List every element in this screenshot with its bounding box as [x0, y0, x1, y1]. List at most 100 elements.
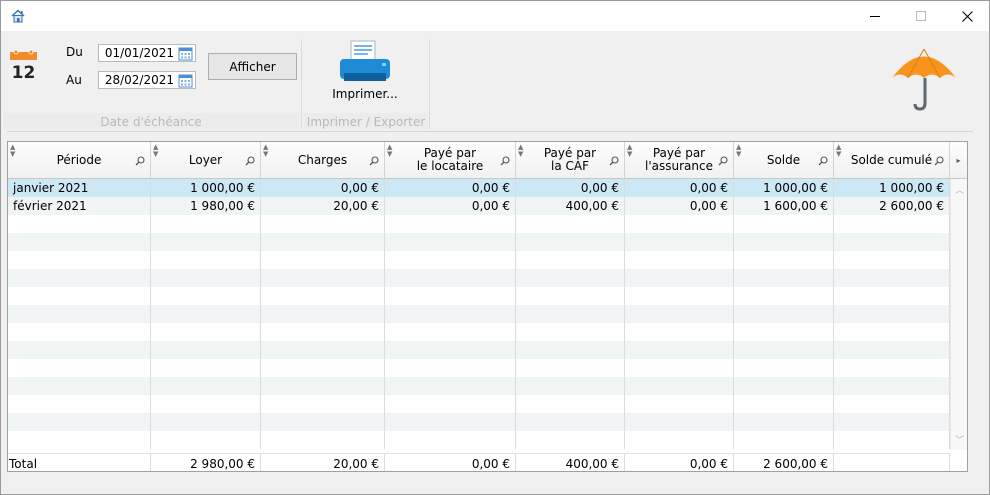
maximize-button[interactable] [898, 1, 944, 31]
cell-charges[interactable] [261, 287, 385, 305]
cell-solde-cumule[interactable] [834, 377, 950, 395]
cell-solde[interactable] [734, 287, 834, 305]
cell-periode[interactable] [8, 251, 151, 269]
minimize-button[interactable] [852, 1, 898, 31]
table-row[interactable] [8, 413, 950, 431]
cell-solde[interactable]: 1 000,00 € [734, 179, 834, 197]
sort-icon[interactable]: ▲ ▼ [153, 144, 158, 158]
table-row[interactable] [8, 395, 950, 413]
cell-periode[interactable] [8, 359, 151, 377]
filter-search-icon[interactable] [369, 156, 379, 166]
filter-search-icon[interactable] [500, 156, 510, 166]
cell-charges[interactable]: 20,00 € [261, 197, 385, 215]
cell-paye-locataire[interactable] [385, 377, 516, 395]
column-header-charges[interactable]: ▲ ▼ Charges [261, 142, 385, 179]
cell-solde[interactable] [734, 395, 834, 413]
cell-solde-cumule[interactable]: 1 000,00 € [834, 179, 950, 197]
table-row[interactable] [8, 305, 950, 323]
cell-solde-cumule[interactable] [834, 395, 950, 413]
cell-paye-assurance[interactable] [625, 233, 734, 251]
cell-paye-locataire[interactable]: 0,00 € [385, 179, 516, 197]
table-row[interactable] [8, 233, 950, 251]
table-row[interactable] [8, 377, 950, 395]
cell-solde-cumule[interactable] [834, 215, 950, 233]
table-row[interactable] [8, 251, 950, 269]
cell-loyer[interactable] [151, 305, 261, 323]
cell-loyer[interactable] [151, 323, 261, 341]
cell-paye-locataire[interactable] [385, 341, 516, 359]
table-row[interactable] [8, 287, 950, 305]
sort-icon[interactable]: ▲ ▼ [627, 144, 632, 158]
cell-paye-assurance[interactable] [625, 341, 734, 359]
cell-solde[interactable] [734, 431, 834, 449]
cell-charges[interactable] [261, 215, 385, 233]
cell-charges[interactable] [261, 323, 385, 341]
cell-solde[interactable]: 1 600,00 € [734, 197, 834, 215]
cell-charges[interactable] [261, 377, 385, 395]
cell-loyer[interactable] [151, 413, 261, 431]
scroll-up-icon[interactable]: ︿ [955, 183, 964, 196]
cell-loyer[interactable] [151, 341, 261, 359]
cell-charges[interactable] [261, 431, 385, 449]
cell-paye-locataire[interactable] [385, 287, 516, 305]
cell-solde-cumule[interactable] [834, 305, 950, 323]
column-header-paye-caf[interactable]: ▲ ▼ Payé par la CAF [516, 142, 625, 179]
sort-icon[interactable]: ▲ ▼ [10, 144, 15, 158]
scroll-down-icon[interactable]: ﹀ [955, 433, 964, 446]
cell-solde-cumule[interactable] [834, 251, 950, 269]
sort-icon[interactable]: ▲ ▼ [836, 144, 841, 158]
cell-paye-locataire[interactable] [385, 215, 516, 233]
cell-paye-caf[interactable] [516, 341, 625, 359]
cell-solde-cumule[interactable] [834, 431, 950, 449]
cell-paye-caf[interactable] [516, 305, 625, 323]
cell-paye-caf[interactable]: 0,00 € [516, 179, 625, 197]
table-row[interactable] [8, 215, 950, 233]
vertical-scrollbar[interactable]: ︿ ﹀ [950, 179, 967, 450]
cell-periode[interactable] [8, 395, 151, 413]
cell-paye-caf[interactable] [516, 323, 625, 341]
cell-paye-caf[interactable] [516, 395, 625, 413]
sort-icon[interactable]: ▲ ▼ [263, 144, 268, 158]
column-header-paye-locataire[interactable]: ▲ ▼ Payé par le locataire [385, 142, 516, 179]
cell-paye-assurance[interactable] [625, 395, 734, 413]
cell-loyer[interactable] [151, 431, 261, 449]
filter-search-icon[interactable] [135, 156, 145, 166]
cell-periode[interactable] [8, 233, 151, 251]
cell-solde[interactable] [734, 323, 834, 341]
cell-paye-caf[interactable] [516, 431, 625, 449]
cell-solde[interactable] [734, 341, 834, 359]
close-button[interactable] [944, 1, 990, 31]
cell-loyer[interactable] [151, 395, 261, 413]
cell-paye-caf[interactable] [516, 269, 625, 287]
calendar-picker-icon[interactable] [178, 73, 193, 88]
filter-search-icon[interactable] [245, 156, 255, 166]
cell-paye-caf[interactable] [516, 233, 625, 251]
cell-paye-assurance[interactable] [625, 287, 734, 305]
cell-paye-assurance[interactable] [625, 359, 734, 377]
cell-solde[interactable] [734, 269, 834, 287]
table-row[interactable]: février 2021 1 980,00 €20,00 €0,00 €400,0… [8, 197, 950, 215]
cell-solde-cumule[interactable] [834, 233, 950, 251]
column-header-paye-assurance[interactable]: ▲ ▼ Payé par l'assurance [625, 142, 734, 179]
cell-paye-caf[interactable] [516, 215, 625, 233]
column-header-periode[interactable]: ▲ ▼ Période [8, 142, 151, 179]
table-row[interactable] [8, 323, 950, 341]
cell-periode[interactable] [8, 305, 151, 323]
cell-charges[interactable] [261, 395, 385, 413]
cell-paye-locataire[interactable] [385, 359, 516, 377]
cell-periode[interactable] [8, 431, 151, 449]
filter-search-icon[interactable] [818, 156, 828, 166]
cell-periode[interactable] [8, 341, 151, 359]
cell-charges[interactable] [261, 251, 385, 269]
cell-paye-assurance[interactable] [625, 305, 734, 323]
calendar-picker-icon[interactable] [178, 46, 193, 61]
cell-paye-locataire[interactable] [385, 251, 516, 269]
cell-charges[interactable]: 0,00 € [261, 179, 385, 197]
cell-periode[interactable] [8, 215, 151, 233]
sort-icon[interactable]: ▲ ▼ [736, 144, 741, 158]
cell-paye-caf[interactable]: 400,00 € [516, 197, 625, 215]
column-header-solde-cumule[interactable]: ▲ ▼ Solde cumulé [834, 142, 950, 179]
cell-solde-cumule[interactable] [834, 359, 950, 377]
cell-solde-cumule[interactable] [834, 413, 950, 431]
cell-paye-caf[interactable] [516, 413, 625, 431]
